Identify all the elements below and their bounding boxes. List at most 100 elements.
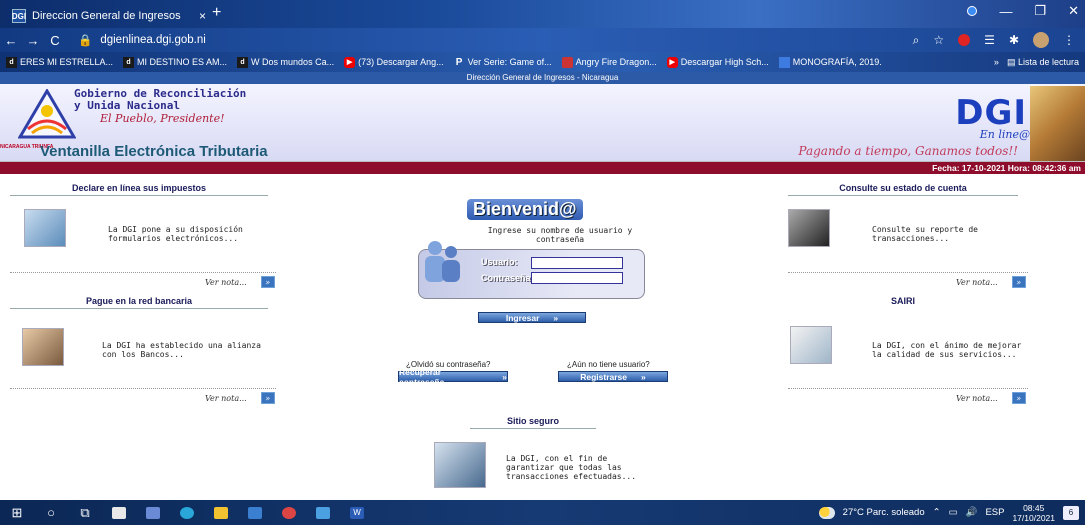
secure-site-title: Sitio seguro bbox=[470, 416, 596, 429]
network-icon[interactable]: ▭ bbox=[949, 507, 958, 518]
login-box: Usuario: Contraseña: bbox=[418, 241, 645, 299]
computer-icon[interactable] bbox=[24, 209, 66, 247]
chrome-icon[interactable] bbox=[272, 500, 306, 525]
forward-icon[interactable]: → bbox=[22, 33, 44, 48]
date-bar: Fecha: 17-10-2021 Hora: 08:42:36 am bbox=[0, 162, 1085, 174]
clock[interactable]: 08:45 17/10/2021 bbox=[1012, 503, 1055, 523]
star-icon[interactable]: ☆ bbox=[933, 33, 944, 47]
system-tray: 27°C Parc. soleado ⌃ ▭ 🔊 ESP 08:45 17/10… bbox=[818, 503, 1085, 523]
extension-red-icon[interactable] bbox=[958, 34, 971, 46]
divider bbox=[788, 388, 1028, 389]
no-user-question: ¿Aún no tiene usuario? bbox=[567, 360, 650, 369]
d-icon: d bbox=[237, 56, 249, 68]
reload-icon[interactable]: C bbox=[44, 33, 66, 48]
bookmark-item[interactable]: P Ver Serie: Game of... bbox=[454, 57, 552, 68]
password-input[interactable] bbox=[531, 272, 623, 284]
bookmarks-bar: d ERES MI ESTRELLA... d MI DESTINO ES AM..… bbox=[0, 52, 1085, 72]
handshake-icon[interactable] bbox=[22, 328, 64, 366]
start-icon[interactable]: ⊞ bbox=[0, 500, 34, 525]
extension-menu-icon[interactable]: ☰ bbox=[984, 33, 995, 47]
zoom-icon[interactable]: ⌕ bbox=[913, 33, 920, 48]
minimize-icon[interactable]: — bbox=[999, 4, 1012, 19]
consulte-ver-nota[interactable]: Ver nota...» bbox=[956, 276, 1026, 288]
notification-icon[interactable]: 6 bbox=[1063, 505, 1079, 520]
bookmark-item[interactable]: dW Dos mundos Ca... bbox=[237, 56, 334, 68]
puzzle-icon[interactable]: ✱ bbox=[1009, 33, 1019, 47]
tab-title: Direccion General de Ingresos bbox=[32, 10, 181, 22]
divider bbox=[10, 388, 276, 389]
avatar[interactable] bbox=[1033, 32, 1049, 48]
new-tab-icon[interactable]: + bbox=[212, 4, 221, 22]
language-indicator[interactable]: ESP bbox=[985, 507, 1004, 518]
cd-icon[interactable] bbox=[790, 326, 832, 364]
sairi-ver-nota[interactable]: Ver nota...» bbox=[956, 392, 1026, 404]
login-button[interactable]: Ingresar» bbox=[478, 312, 586, 323]
site-header: Gobierno de Reconciliación y Unida Nacio… bbox=[0, 84, 1085, 162]
game-icon bbox=[561, 56, 573, 68]
file-icon[interactable] bbox=[102, 500, 136, 525]
weather-icon[interactable] bbox=[818, 506, 835, 519]
app-icon[interactable] bbox=[136, 500, 170, 525]
volume-icon[interactable]: 🔊 bbox=[966, 507, 978, 518]
header-image bbox=[1030, 86, 1085, 161]
photos-icon[interactable] bbox=[306, 500, 340, 525]
arrow-right-icon[interactable]: » bbox=[260, 392, 275, 404]
en-linea-text: En line@ bbox=[979, 128, 1030, 141]
window-controls: — ❐ ✕ bbox=[967, 3, 1079, 19]
gov-title: Gobierno de Reconciliación y Unida Nacio… bbox=[74, 87, 247, 112]
profile-dot-icon[interactable] bbox=[967, 6, 978, 16]
maximize-icon[interactable]: ❐ bbox=[1034, 3, 1046, 19]
double-arrow-icon: » bbox=[553, 312, 559, 323]
word-icon[interactable]: W bbox=[340, 500, 374, 525]
padlock-icon[interactable] bbox=[434, 442, 486, 488]
lock-icon: 🔒 bbox=[78, 35, 93, 47]
doc-icon bbox=[778, 56, 790, 68]
bookmark-item[interactable]: ▶ (73) Descargar Ang... bbox=[344, 56, 444, 68]
browser-tab[interactable]: DGI Direccion General de Ingresos × bbox=[6, 4, 206, 28]
bookmark-item[interactable]: d ERES MI ESTRELLA... bbox=[6, 56, 113, 68]
bookmark-item[interactable]: Angry Fire Dragon... bbox=[561, 56, 657, 68]
login-prompt: Ingrese su nombre de usuario y contraseñ… bbox=[487, 226, 633, 244]
close-window-icon[interactable]: ✕ bbox=[1068, 3, 1079, 19]
d-icon: d bbox=[6, 56, 17, 68]
consulte-desc: Consulte su reporte de transacciones... bbox=[872, 225, 978, 243]
back-icon[interactable]: ← bbox=[0, 33, 22, 48]
declare-desc: La DGI pone a su disposición formularios… bbox=[108, 225, 243, 243]
p-icon: P bbox=[455, 56, 463, 68]
pague-ver-nota[interactable]: Ver nota...» bbox=[205, 392, 275, 404]
declare-ver-nota[interactable]: Ver nota...» bbox=[205, 276, 275, 288]
recover-password-button[interactable]: Recuperar contraseña» bbox=[398, 367, 508, 387]
more-menu-icon[interactable]: ⋮ bbox=[1063, 33, 1075, 47]
person-phone-icon[interactable] bbox=[788, 209, 830, 247]
task-view-icon[interactable]: ⧉ bbox=[68, 500, 102, 525]
welcome-heading: Bienvenid@ bbox=[467, 199, 583, 220]
pague-desc: La DGI ha establecido una alianza con lo… bbox=[102, 341, 261, 359]
search-icon[interactable]: ○ bbox=[34, 500, 68, 525]
chevron-up-icon[interactable]: ⌃ bbox=[933, 507, 941, 518]
bookmark-item[interactable]: ▶ Descargar High Sch... bbox=[666, 56, 769, 68]
mail-icon[interactable] bbox=[238, 500, 272, 525]
arrow-right-icon[interactable]: » bbox=[1011, 276, 1026, 288]
weather-text[interactable]: 27°C Parc. soleado bbox=[843, 507, 925, 518]
edge-icon[interactable] bbox=[170, 500, 204, 525]
declare-title: Declare en línea sus impuestos bbox=[10, 183, 268, 196]
reading-list-button[interactable]: ▤ Lista de lectura bbox=[1007, 57, 1079, 68]
secure-site-desc: La DGI, con el fin de garantizar que tod… bbox=[506, 454, 637, 481]
address-bar[interactable]: 🔒 dgienlinea.dgi.gob.ni bbox=[78, 33, 206, 47]
youtube-icon: ▶ bbox=[344, 56, 356, 68]
dgi-favicon-icon: DGI bbox=[12, 9, 26, 23]
arrow-right-icon[interactable]: » bbox=[1011, 392, 1026, 404]
slogan: Pagando a tiempo, Ganamos todos!! bbox=[798, 144, 1018, 158]
gov-slogan: El Pueblo, Presidente! bbox=[100, 112, 225, 125]
arrow-right-icon[interactable]: » bbox=[260, 276, 275, 288]
close-tab-icon[interactable]: × bbox=[199, 9, 206, 23]
username-input[interactable] bbox=[531, 257, 623, 269]
password-label: Contraseña: bbox=[481, 273, 534, 283]
register-button[interactable]: Registrarse» bbox=[558, 371, 668, 382]
bookmark-item[interactable]: MONOGRAFÍA, 2019. bbox=[778, 56, 882, 68]
bookmark-item[interactable]: d MI DESTINO ES AM... bbox=[123, 56, 227, 68]
explorer-icon[interactable] bbox=[204, 500, 238, 525]
more-bookmarks-icon[interactable]: » bbox=[994, 57, 999, 68]
windows-taskbar: ⊞ ○ ⧉ W 27°C Parc. soleado ⌃ ▭ 🔊 ESP 08:… bbox=[0, 500, 1085, 525]
d-icon: d bbox=[123, 56, 135, 68]
